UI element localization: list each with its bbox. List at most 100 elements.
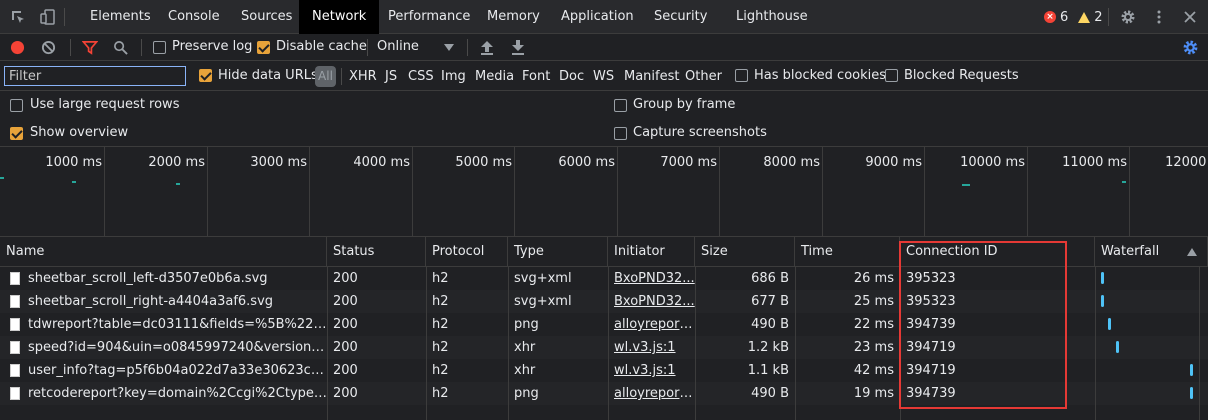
column-divider xyxy=(608,267,609,420)
cell-connection-id: 394719 xyxy=(906,340,956,355)
table-row[interactable]: tdwreport?table=dc03111&fields=%5B%22tab… xyxy=(0,313,1208,336)
tab-lighthouse[interactable]: Lighthouse xyxy=(723,0,821,34)
column-header-initiator[interactable]: Initiator xyxy=(608,237,695,267)
issue-counters[interactable]: × 6 2 xyxy=(1044,9,1103,25)
close-icon[interactable] xyxy=(1182,9,1198,25)
waterfall-bar[interactable] xyxy=(1108,318,1111,330)
type-filter-img[interactable]: Img xyxy=(441,69,466,84)
preserve-log-checkbox[interactable] xyxy=(153,41,166,54)
type-filter-all[interactable]: All xyxy=(315,66,336,87)
type-filter-doc[interactable]: Doc xyxy=(559,69,584,84)
devtools-tab-bar: Elements Console Sources Network Performance… xyxy=(0,0,1208,34)
show-overview-checkbox[interactable] xyxy=(10,127,23,140)
table-row[interactable]: user_info?tag=p5f6b04a022d7a33e30623c8b0… xyxy=(0,359,1208,382)
file-icon xyxy=(10,364,20,377)
waterfall-bar[interactable] xyxy=(1101,295,1104,307)
blocked-requests-checkbox[interactable] xyxy=(885,69,898,82)
type-filter-font[interactable]: Font xyxy=(522,69,550,84)
network-toolbar: Preserve log Disable cache Online xyxy=(0,34,1208,61)
cell-size: 1.1 kB xyxy=(747,363,789,378)
column-divider xyxy=(508,267,509,420)
column-divider xyxy=(900,267,901,420)
type-filter-js[interactable]: JS xyxy=(385,69,397,84)
export-har-icon[interactable] xyxy=(511,39,525,55)
capture-screenshots-checkbox[interactable] xyxy=(614,127,627,140)
tab-console[interactable]: Console xyxy=(155,0,233,34)
large-rows-checkbox[interactable] xyxy=(10,99,23,112)
tab-sources[interactable]: Sources xyxy=(228,0,305,34)
cell-protocol: h2 xyxy=(432,294,449,309)
tab-performance[interactable]: Performance xyxy=(375,0,483,34)
filter-input[interactable] xyxy=(4,66,186,86)
waterfall-bar[interactable] xyxy=(1190,364,1193,376)
cell-type: png xyxy=(514,317,539,332)
cell-protocol: h2 xyxy=(432,317,449,332)
column-header-type[interactable]: Type xyxy=(508,237,608,267)
filter-icon[interactable] xyxy=(82,40,98,55)
inspect-element-icon[interactable] xyxy=(10,9,26,25)
tab-network[interactable]: Network xyxy=(299,0,380,34)
cell-initiator[interactable]: alloyreport.... xyxy=(608,313,695,336)
cell-initiator[interactable]: BxoPND32... xyxy=(608,290,695,313)
table-row[interactable]: sheetbar_scroll_left-d3507e0b6a.svg 200 h2… xyxy=(0,267,1208,290)
table-row[interactable]: speed?id=904&uin=o0845997240&version=1.2… xyxy=(0,336,1208,359)
column-header-connection-id[interactable]: Connection ID xyxy=(900,237,1095,267)
type-filter-ws[interactable]: WS xyxy=(593,69,614,84)
file-icon xyxy=(10,272,20,285)
more-options-icon[interactable] xyxy=(1151,9,1167,25)
cell-initiator[interactable]: wl.v3.js:1 xyxy=(608,336,695,359)
network-overview[interactable]: 1000 ms 2000 ms 3000 ms 4000 ms 5000 ms 6000 … xyxy=(0,147,1208,237)
column-header-name[interactable]: Name xyxy=(0,237,327,267)
cell-time: 42 ms xyxy=(853,363,894,378)
column-header-time[interactable]: Time xyxy=(795,237,900,267)
type-filter-xhr[interactable]: XHR xyxy=(349,69,377,84)
toolbar-separator xyxy=(70,39,71,56)
overview-request-mark xyxy=(0,177,4,179)
cell-name: sheetbar_scroll_left-d3507e0b6a.svg xyxy=(28,271,268,286)
throttling-select[interactable]: Online xyxy=(377,39,419,54)
network-settings-gear-icon[interactable] xyxy=(1182,39,1199,56)
cell-protocol: h2 xyxy=(432,271,449,286)
device-toolbar-icon[interactable] xyxy=(40,9,56,25)
type-filter-css[interactable]: CSS xyxy=(408,69,434,84)
record-icon[interactable] xyxy=(10,40,25,55)
tab-application[interactable]: Application xyxy=(548,0,647,34)
waterfall-bar[interactable] xyxy=(1190,387,1193,399)
tab-elements[interactable]: Elements xyxy=(77,0,164,34)
cell-connection-id: 395323 xyxy=(906,271,956,286)
gear-icon[interactable] xyxy=(1120,9,1136,25)
error-count: 6 xyxy=(1060,9,1069,25)
warning-count: 2 xyxy=(1094,9,1103,25)
cell-initiator[interactable]: wl.v3.js:1 xyxy=(608,359,695,382)
group-by-frame-checkbox[interactable] xyxy=(614,99,627,112)
import-har-icon[interactable] xyxy=(480,39,494,55)
type-filter-other[interactable]: Other xyxy=(685,69,722,84)
cell-initiator[interactable]: BxoPND32... xyxy=(608,267,695,290)
hide-data-urls-checkbox[interactable] xyxy=(199,69,212,82)
column-header-size[interactable]: Size xyxy=(695,237,795,267)
waterfall-bar[interactable] xyxy=(1116,341,1119,353)
show-overview-label: Show overview xyxy=(30,125,129,140)
table-header: Name Status Protocol Type Initiator Size Time C… xyxy=(0,237,1208,267)
column-header-protocol[interactable]: Protocol xyxy=(426,237,508,267)
tab-security[interactable]: Security xyxy=(641,0,720,34)
table-row[interactable]: retcodereport?key=domain%2Ccgi%2Ctype%2C… xyxy=(0,382,1208,405)
overview-time-label: 6000 ms xyxy=(558,155,615,170)
column-header-status[interactable]: Status xyxy=(327,237,426,267)
has-blocked-cookies-checkbox[interactable] xyxy=(735,69,748,82)
sort-ascending-icon[interactable] xyxy=(1187,248,1197,256)
type-filter-media[interactable]: Media xyxy=(475,69,514,84)
waterfall-bar[interactable] xyxy=(1101,272,1104,284)
toolbar-separator xyxy=(141,39,142,56)
cell-name: user_info?tag=p5f6b04a022d7a33e30623c8b0… xyxy=(28,363,327,378)
chevron-down-icon[interactable] xyxy=(444,44,454,52)
cell-initiator[interactable]: alloyreport.... xyxy=(608,382,695,405)
tab-memory[interactable]: Memory xyxy=(474,0,553,34)
disable-cache-checkbox[interactable] xyxy=(257,41,270,54)
file-icon xyxy=(10,341,20,354)
search-icon[interactable] xyxy=(113,40,128,55)
table-row[interactable]: sheetbar_scroll_right-a4404a3af6.svg 200 h… xyxy=(0,290,1208,313)
clear-icon[interactable] xyxy=(41,40,56,55)
preserve-log-label: Preserve log xyxy=(172,39,253,54)
type-filter-manifest[interactable]: Manifest xyxy=(624,69,679,84)
